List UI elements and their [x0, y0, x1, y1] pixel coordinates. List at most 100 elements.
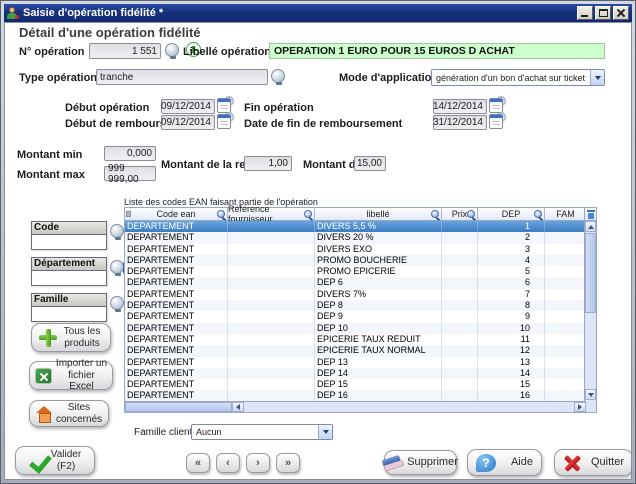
filter-icon[interactable] — [534, 210, 542, 218]
famille-client-select[interactable]: Aucun — [191, 424, 333, 440]
search-type-icon[interactable] — [271, 69, 285, 83]
scroll-left-button[interactable] — [232, 402, 244, 412]
table-row[interactable]: DEPARTEMENTDIVERS 5,5 %1 — [125, 221, 586, 232]
cell-prix — [442, 232, 478, 243]
table-row[interactable]: DEPARTEMENTPROMO BOUCHERIE4 — [125, 255, 586, 266]
nav-next-button[interactable]: › — [246, 453, 270, 473]
cell-libelle: DEP 13 — [315, 357, 442, 368]
calendar-icon[interactable] — [489, 114, 503, 129]
libelle-operation-label: Libellé opération — [183, 46, 271, 58]
column-header-code-ean[interactable]: Code ean — [125, 208, 228, 220]
minimize-button[interactable] — [577, 6, 593, 20]
code-input[interactable] — [32, 235, 106, 249]
montant-tranche-field[interactable]: 15,00 — [354, 156, 386, 171]
nav-last-button[interactable]: » — [276, 453, 300, 473]
column-header-libelle[interactable]: libellé — [315, 208, 442, 220]
mode-application-select[interactable]: génération d'un bon d'achat sur ticket — [431, 69, 605, 86]
cell-prix — [442, 221, 478, 232]
table-row[interactable]: DEPARTEMENTDIVERS EXO3 — [125, 244, 586, 255]
debut-operation-field[interactable]: 09/12/2014 — [161, 99, 215, 114]
code-label: Code — [32, 222, 106, 235]
aide-button[interactable]: ? Aide — [467, 449, 542, 476]
cell-libelle: EPICERIE TAUX REDUIT — [315, 334, 442, 345]
column-label: Prix — [452, 209, 468, 219]
vertical-scrollbar[interactable] — [584, 208, 596, 412]
cell-dep: 6 — [478, 277, 545, 288]
scroll-down-button[interactable] — [585, 389, 596, 400]
departement-input[interactable] — [32, 271, 106, 285]
cell-code_ean: DEPARTEMENT — [125, 300, 228, 311]
montant-remise-field[interactable]: 1,00 — [244, 156, 292, 171]
num-operation-field[interactable]: 1 551 — [89, 43, 161, 59]
filter-icon[interactable] — [431, 210, 439, 218]
calendar-icon[interactable] — [489, 98, 503, 113]
filter-icon[interactable] — [467, 210, 475, 218]
maximize-button[interactable] — [595, 6, 611, 20]
debut-remboursement-field[interactable]: 09/12/2014 — [161, 115, 215, 130]
filter-icon[interactable] — [217, 210, 225, 218]
filter-icon[interactable] — [304, 210, 312, 218]
search-operation-icon[interactable] — [165, 43, 179, 57]
search-departement-icon[interactable] — [110, 260, 124, 274]
check-icon — [29, 452, 47, 470]
table-row[interactable]: DEPARTEMENTDIVERS 7%7 — [125, 289, 586, 300]
title-bar[interactable]: Saisie d'opération fidélité * — [4, 4, 632, 22]
mode-application-value: génération d'un bon d'achat sur ticket — [432, 73, 590, 83]
cell-fam — [545, 255, 586, 266]
table-row[interactable]: DEPARTEMENTDEP 1010 — [125, 323, 586, 334]
montant-max-field[interactable]: 999 999,00 — [104, 166, 156, 181]
valider-button[interactable]: Valider (F2) — [15, 446, 95, 475]
table-row[interactable]: DEPARTEMENTDEP 99 — [125, 311, 586, 322]
column-header-fam[interactable]: FAM — [545, 208, 586, 220]
column-header-prix[interactable]: Prix — [442, 208, 478, 220]
type-operation-field[interactable]: tranche — [96, 69, 268, 85]
cell-libelle: DIVERS 7% — [315, 289, 442, 300]
column-header-dep[interactable]: DEP — [478, 208, 545, 220]
table-row[interactable]: DEPARTEMENTEPICERIE TAUX REDUIT11 — [125, 334, 586, 345]
search-famille-icon[interactable] — [110, 296, 124, 310]
quitter-button[interactable]: Quitter — [554, 449, 632, 476]
libelle-operation-field[interactable]: OPERATION 1 EURO POUR 15 EUROS D ACHAT — [269, 43, 605, 59]
calendar-icon[interactable] — [217, 98, 231, 113]
nav-first-button[interactable]: « — [186, 453, 210, 473]
fin-operation-field[interactable]: 14/12/2014 — [433, 99, 487, 114]
cell-code_ean: DEPARTEMENT — [125, 379, 228, 390]
cell-prix — [442, 345, 478, 356]
tous-les-produits-button[interactable]: Tous les produits — [31, 323, 111, 352]
table-row[interactable]: DEPARTEMENTDEP 66 — [125, 277, 586, 288]
scroll-thumb[interactable] — [585, 233, 596, 313]
cell-prix — [442, 368, 478, 379]
table-row[interactable]: DEPARTEMENTDEP 1313 — [125, 357, 586, 368]
search-code-icon[interactable] — [110, 224, 124, 238]
nav-prev-button[interactable]: ‹ — [216, 453, 240, 473]
column-header-reference[interactable]: Référence fournisseur — [228, 208, 315, 220]
hscroll-thumb[interactable] — [125, 402, 232, 412]
page-title: Détail d'une opération fidélité — [19, 25, 201, 40]
table-row[interactable]: DEPARTEMENTEPICERIE TAUX NORMAL12 — [125, 345, 586, 356]
scroll-right-button[interactable] — [574, 402, 586, 412]
calendar-icon[interactable] — [217, 114, 231, 129]
excel-icon — [35, 368, 52, 384]
sites-concernes-button[interactable]: Sites concernés — [29, 400, 109, 427]
close-button[interactable] — [613, 6, 629, 20]
mode-application-arrow[interactable] — [590, 70, 604, 85]
table-row[interactable]: DEPARTEMENTPROMO EPICERIE5 — [125, 266, 586, 277]
table-delete-cell[interactable] — [584, 208, 596, 221]
famille-input[interactable] — [32, 307, 106, 321]
cell-libelle: PROMO EPICERIE — [315, 266, 442, 277]
importer-excel-button[interactable]: Importer un fichier Excel — [29, 361, 113, 390]
valider-label: Valider — [51, 449, 81, 460]
table-row[interactable]: DEPARTEMENTDEP 88 — [125, 300, 586, 311]
cell-libelle: EPICERIE TAUX NORMAL — [315, 345, 442, 356]
supprimer-button[interactable]: Supprimer — [384, 450, 457, 475]
table-row[interactable]: DEPARTEMENTDIVERS 20 %2 — [125, 232, 586, 243]
scroll-up-button[interactable] — [585, 221, 596, 232]
fin-remboursement-field[interactable]: 31/12/2014 — [433, 115, 487, 130]
table-row[interactable]: DEPARTEMENTDEP 1515 — [125, 379, 586, 390]
famille-client-arrow[interactable] — [318, 425, 332, 439]
table-row[interactable]: DEPARTEMENTDEP 1414 — [125, 368, 586, 379]
table-body: DEPARTEMENTDIVERS 5,5 %1DEPARTEMENTDIVER… — [125, 221, 586, 402]
horizontal-scrollbar[interactable] — [125, 401, 586, 412]
montant-min-field[interactable]: 0,000 — [104, 146, 156, 161]
cell-fam — [545, 379, 586, 390]
